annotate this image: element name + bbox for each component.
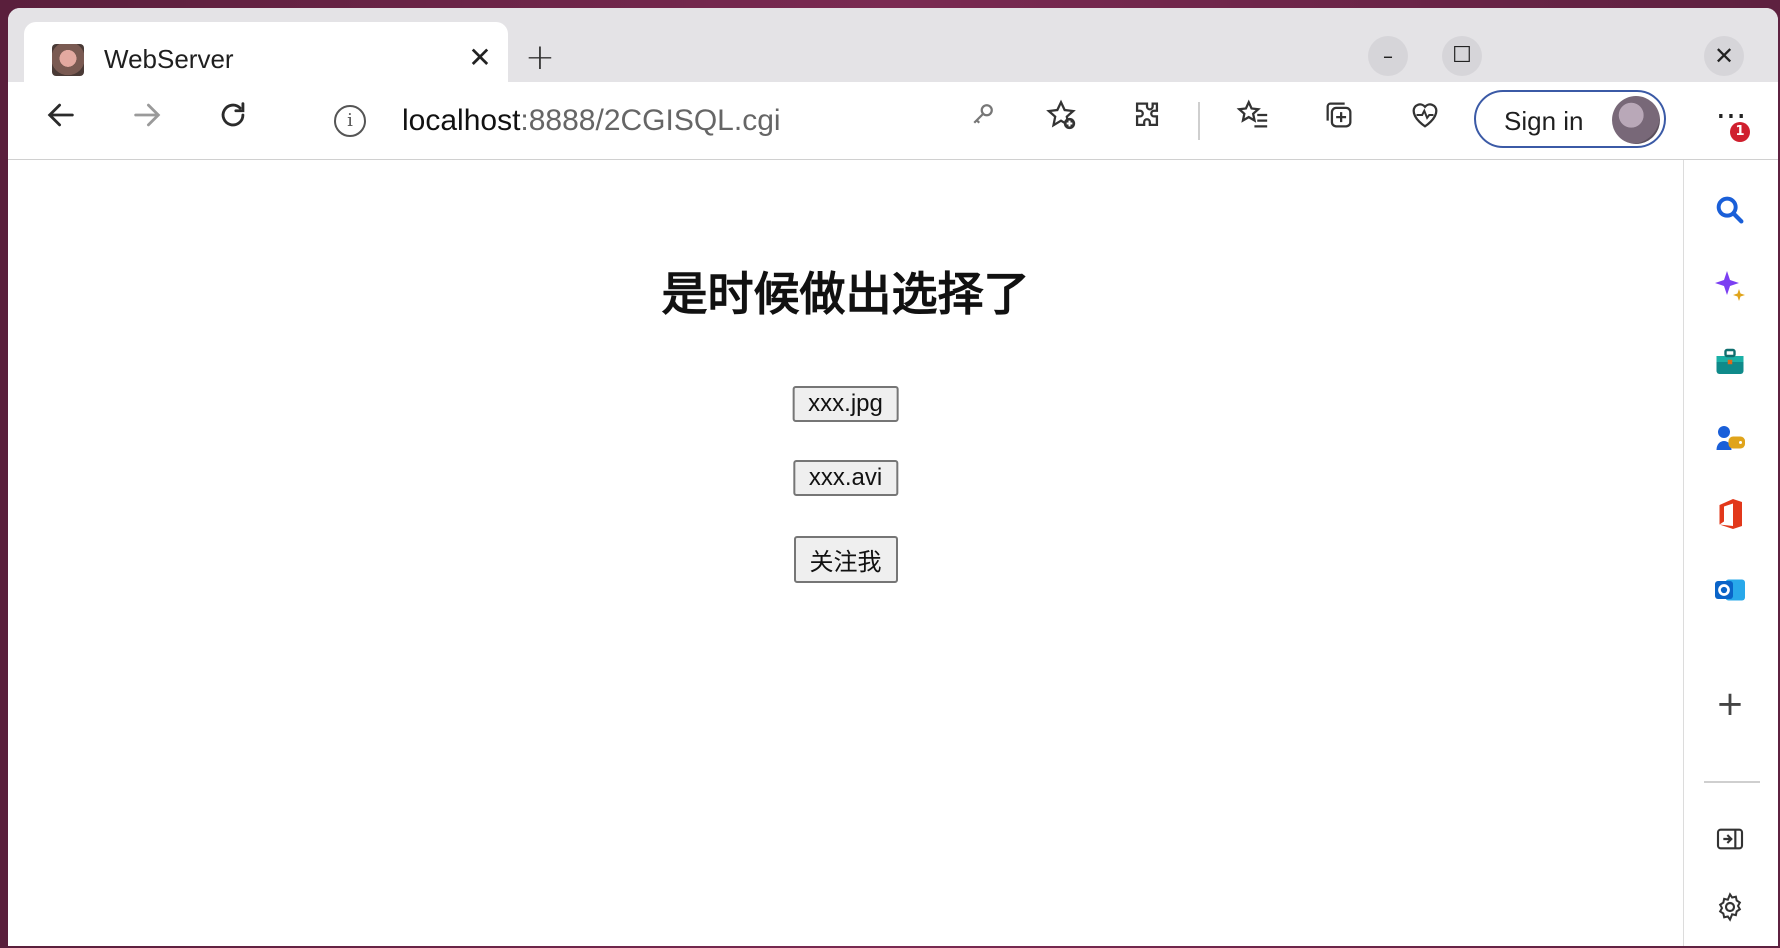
tab-strip: WebServer ✕ + – ☐ ✕ bbox=[8, 8, 1778, 90]
heart-pulse-icon[interactable] bbox=[1400, 96, 1450, 146]
key-icon[interactable] bbox=[958, 96, 1008, 146]
maximize-icon[interactable]: ☐ bbox=[1442, 36, 1482, 76]
page-content: 是时候做出选择了 xxx.jpg xxx.avi 关注我 bbox=[8, 160, 1684, 946]
plus-icon[interactable]: + bbox=[1706, 680, 1754, 728]
outlook-icon[interactable] bbox=[1706, 572, 1754, 620]
search-icon[interactable] bbox=[1706, 192, 1754, 240]
close-window-icon[interactable]: ✕ bbox=[1704, 36, 1744, 76]
favicon-icon bbox=[52, 44, 84, 76]
url-text[interactable]: localhost:8888/2CGISQL.cgi bbox=[402, 104, 781, 138]
browser-window: WebServer ✕ + – ☐ ✕ i localhost:8888/2CG… bbox=[8, 8, 1778, 946]
briefcase-icon[interactable] bbox=[1706, 344, 1754, 392]
toolbar-divider bbox=[1198, 102, 1200, 140]
sidebar-divider bbox=[1704, 781, 1760, 783]
star-add-icon[interactable] bbox=[1036, 96, 1086, 146]
collections-icon[interactable] bbox=[1314, 96, 1364, 146]
office-icon[interactable] bbox=[1706, 496, 1754, 544]
forward-icon[interactable] bbox=[122, 96, 172, 146]
minimize-icon[interactable]: – bbox=[1368, 36, 1408, 76]
follow-button[interactable]: 关注我 bbox=[793, 536, 898, 583]
new-tab-button[interactable]: + bbox=[520, 38, 560, 78]
avatar bbox=[1612, 96, 1660, 144]
copilot-icon[interactable] bbox=[1706, 268, 1754, 316]
tab-title: WebServer bbox=[104, 44, 234, 74]
back-icon[interactable] bbox=[36, 96, 86, 146]
toolbar: i localhost:8888/2CGISQL.cgi Sign in ··· bbox=[8, 82, 1778, 160]
sign-in-label: Sign in bbox=[1504, 106, 1584, 136]
favorites-icon[interactable] bbox=[1228, 96, 1278, 146]
page-title: 是时候做出选择了 bbox=[661, 267, 1030, 321]
sign-in-button[interactable]: Sign in bbox=[1474, 90, 1666, 148]
games-icon[interactable] bbox=[1706, 420, 1754, 468]
tab-webserver[interactable]: WebServer ✕ bbox=[24, 22, 508, 90]
close-tab-icon[interactable]: ✕ bbox=[462, 40, 498, 76]
notification-badge: 1 bbox=[1730, 122, 1750, 142]
refresh-icon[interactable] bbox=[208, 96, 258, 146]
sidebar-collapse-icon[interactable] bbox=[1706, 820, 1754, 868]
edge-sidebar: + bbox=[1684, 160, 1778, 946]
url-host: localhost bbox=[402, 104, 521, 137]
url-path: :8888/2CGISQL.cgi bbox=[520, 104, 781, 137]
more-options-icon[interactable]: ··· bbox=[1706, 96, 1756, 146]
info-icon[interactable]: i bbox=[334, 105, 366, 137]
jpg-button[interactable]: xxx.jpg bbox=[792, 386, 899, 422]
puzzle-icon[interactable] bbox=[1122, 96, 1172, 146]
avi-button[interactable]: xxx.avi bbox=[792, 460, 899, 496]
gear-icon[interactable] bbox=[1706, 888, 1754, 936]
address-bar[interactable]: i localhost:8888/2CGISQL.cgi bbox=[298, 90, 1098, 152]
